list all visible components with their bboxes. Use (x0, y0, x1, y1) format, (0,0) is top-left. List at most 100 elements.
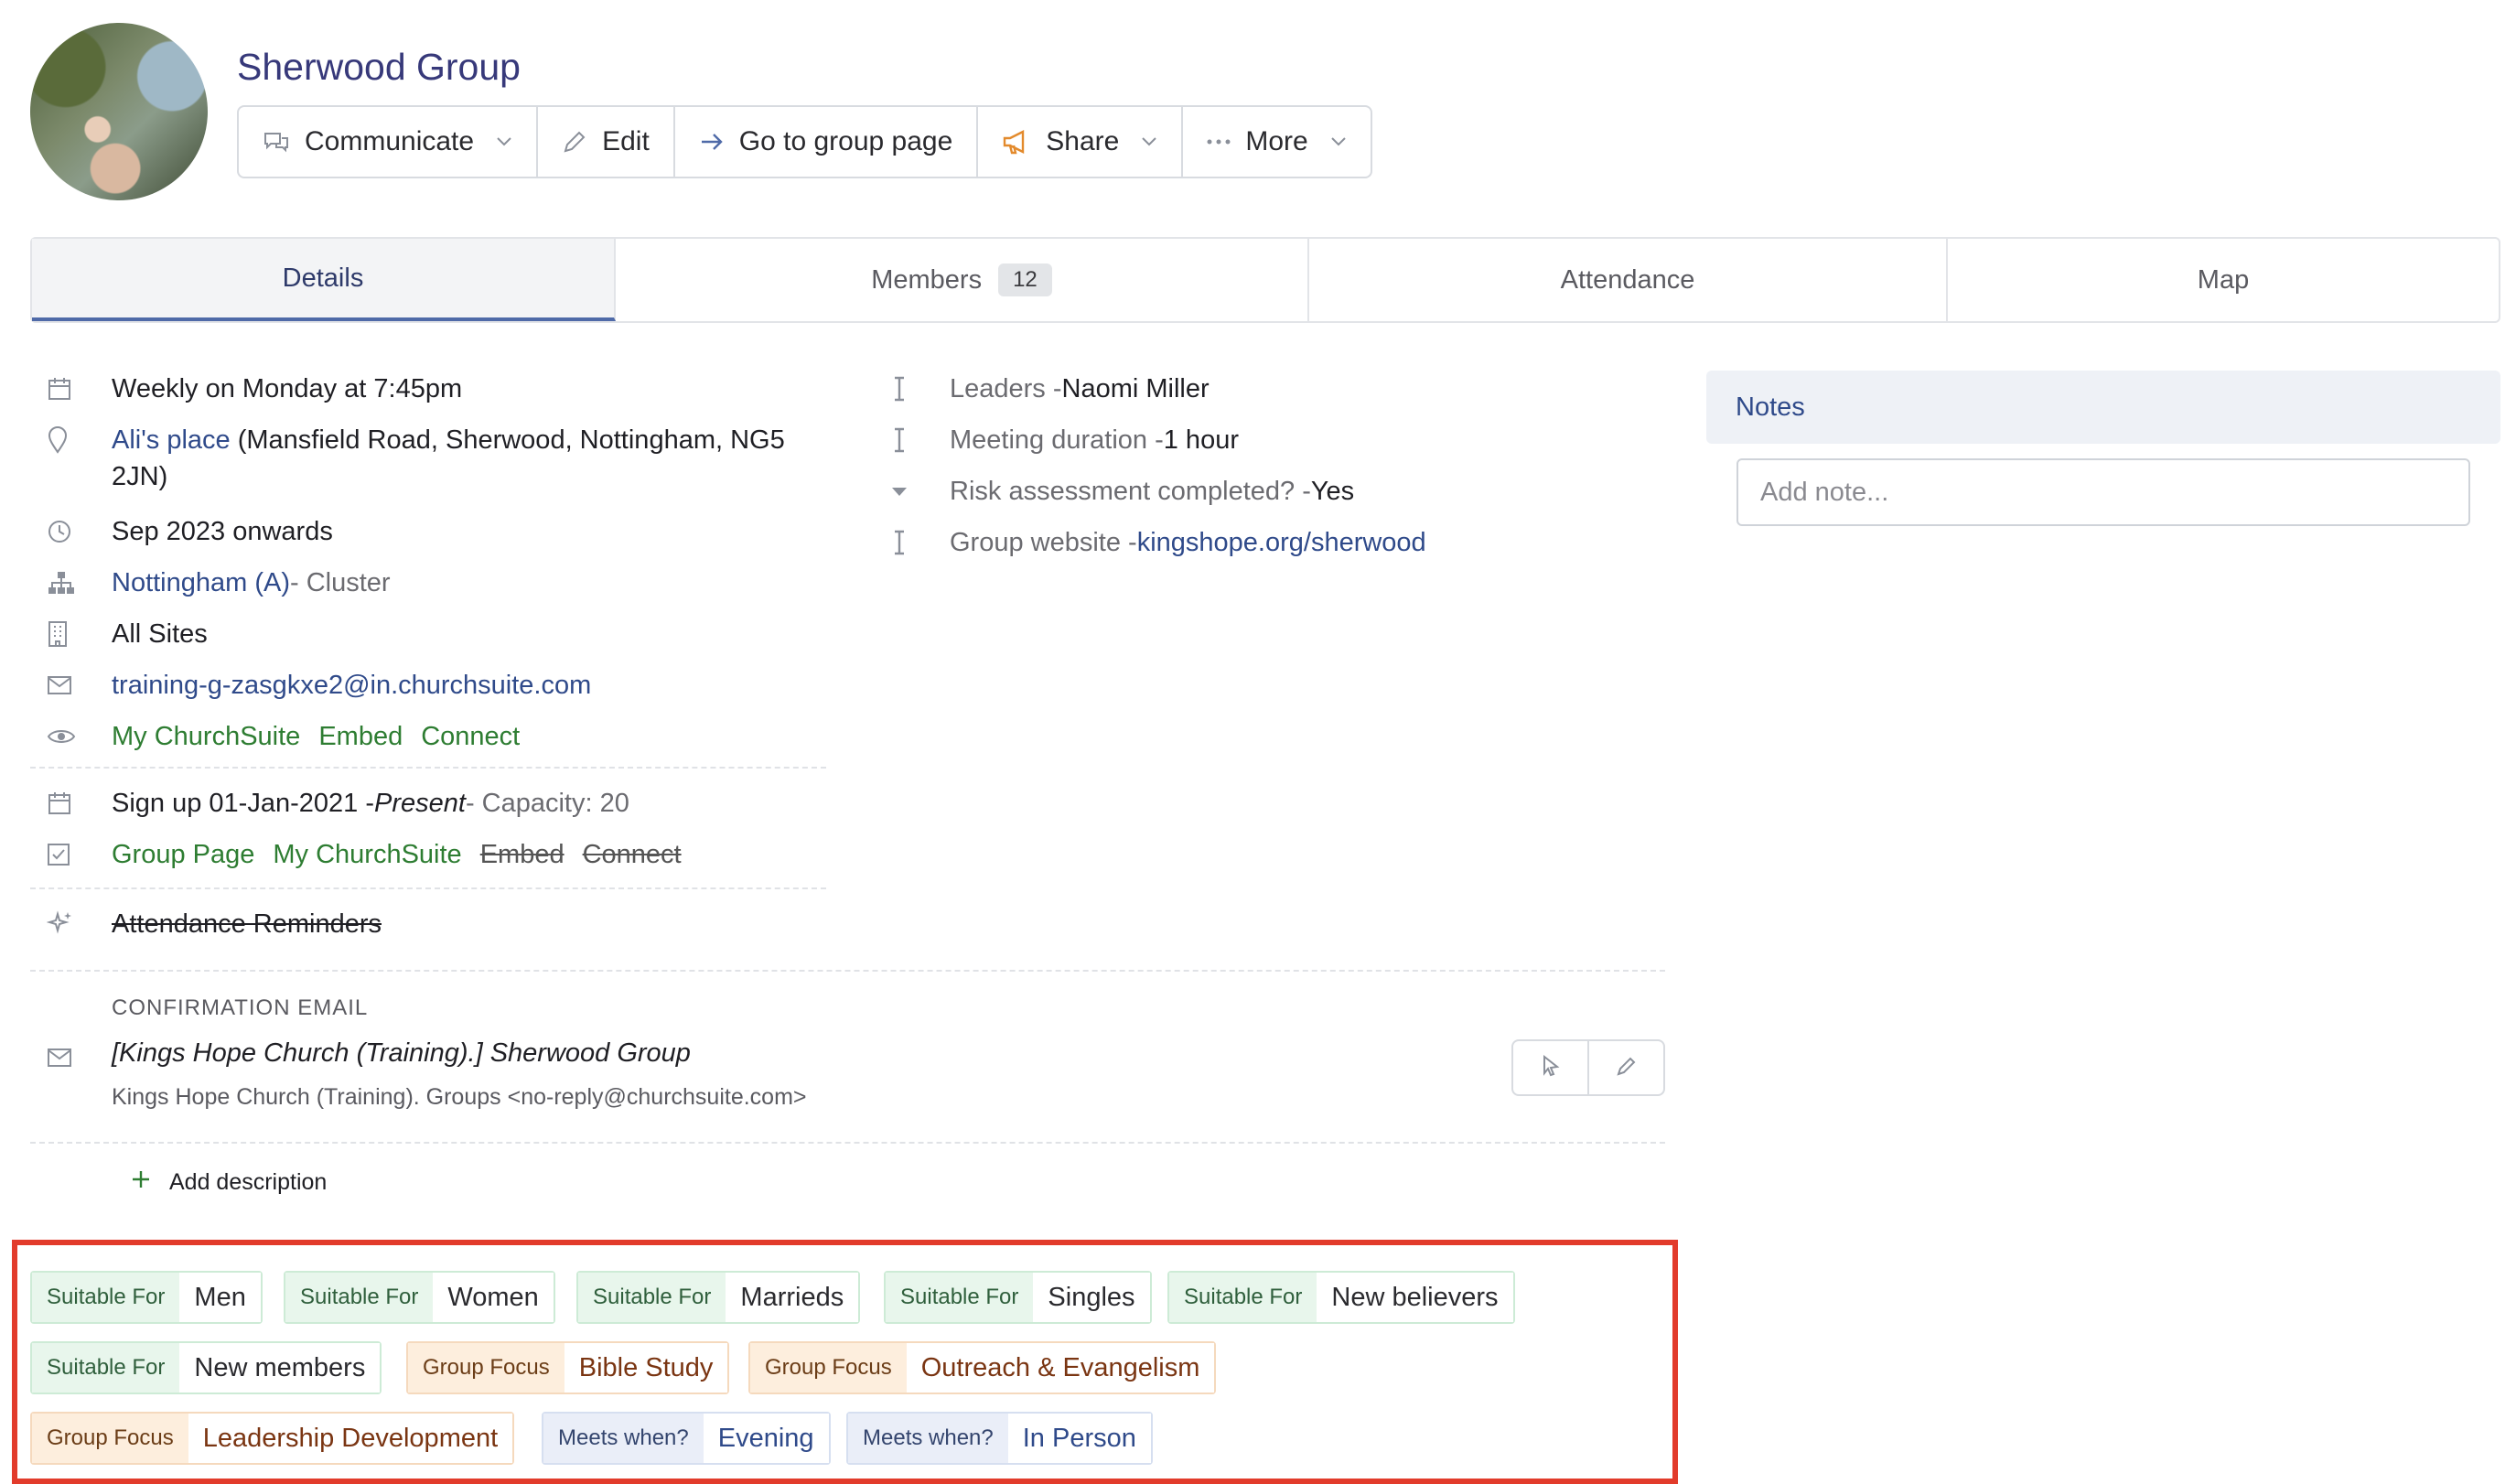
arrow-right-icon (699, 131, 725, 153)
tag-meets-evening: Meets when? Evening (542, 1412, 831, 1465)
visibility-row: My ChurchSuite Embed Connect (30, 718, 520, 755)
reminders-row: Attendance Reminders (30, 906, 382, 942)
notes-header: Notes (1706, 371, 2500, 444)
cluster-link[interactable]: Nottingham (A) (112, 565, 290, 601)
edit-email-button[interactable] (1589, 1041, 1663, 1094)
tab-attendance[interactable]: Attendance (1309, 239, 1948, 321)
preview-email-button[interactable] (1513, 1041, 1589, 1094)
group-website-link[interactable]: kingshope.org/sherwood (1137, 524, 1426, 561)
pencil-icon (562, 129, 587, 155)
chevron-down-icon (496, 136, 512, 147)
signup-connect-disabled: Connect (582, 840, 682, 869)
eye-icon (30, 718, 81, 755)
tab-label: Members (871, 264, 983, 295)
location-address-line2: 2JN) (112, 462, 168, 491)
tag-key: Suitable For (1169, 1273, 1317, 1322)
tag-value: Women (433, 1273, 554, 1322)
tag-suitable-new-members: Suitable For New members (30, 1341, 382, 1394)
field-group-website: Group website - kingshope.org/sherwood (886, 524, 1426, 561)
field-label: Meeting duration - (950, 425, 1164, 455)
tag-key: Suitable For (32, 1343, 180, 1393)
start-text: Sep 2023 onwards (112, 517, 333, 546)
chevron-down-icon (1330, 136, 1347, 147)
tag-key: Group Focus (750, 1343, 907, 1393)
divider (30, 1142, 1665, 1144)
tag-key: Group Focus (408, 1343, 564, 1393)
email-row: training-g-zasgkxe2@in.churchsuite.com (30, 667, 591, 704)
visibility-connect: Connect (421, 722, 521, 751)
field-value: Naomi Miller (1061, 374, 1210, 403)
calendar-icon (30, 371, 81, 407)
more-button[interactable]: More (1183, 107, 1370, 177)
tag-suitable-singles: Suitable For Singles (884, 1271, 1152, 1324)
signup-embed-disabled: Embed (479, 840, 564, 869)
signup-group-page: Group Page (112, 840, 255, 869)
field-value: 1 hour (1163, 425, 1239, 455)
pencil-icon (1616, 1055, 1638, 1081)
confirmation-email-label: CONFIRMATION EMAIL (112, 995, 369, 1020)
sites-text: All Sites (112, 619, 208, 649)
tab-label: Map (2197, 264, 2250, 295)
edit-button[interactable]: Edit (538, 107, 675, 177)
cluster-row: Nottingham (A) - Cluster (30, 565, 391, 601)
signup-visibility-row: Group Page My ChurchSuite Embed Connect (30, 836, 682, 873)
add-note-input[interactable] (1736, 458, 2470, 526)
clock-icon (30, 513, 81, 550)
tab-label: Attendance (1560, 264, 1695, 295)
tag-suitable-marrieds: Suitable For Marrieds (576, 1271, 861, 1324)
tag-focus-outreach: Group Focus Outreach & Evangelism (748, 1341, 1217, 1394)
tag-meets-in-person: Meets when? In Person (846, 1412, 1153, 1465)
plus-icon (131, 1169, 151, 1196)
schedule-row: Weekly on Monday at 7:45pm (30, 371, 462, 407)
tag-key: Suitable For (32, 1273, 180, 1322)
megaphone-icon (1002, 129, 1031, 155)
tag-key: Group Focus (32, 1414, 188, 1463)
chevron-down-icon (1141, 136, 1157, 147)
group-email-link[interactable]: training-g-zasgkxe2@in.churchsuite.com (112, 667, 591, 704)
tag-value: Evening (703, 1414, 829, 1463)
field-label: Leaders - (950, 374, 1062, 403)
start-row: Sep 2023 onwards (30, 513, 333, 550)
divider (30, 887, 826, 889)
visibility-embed: Embed (318, 722, 403, 751)
communicate-button[interactable]: Communicate (239, 107, 539, 177)
go-to-group-page-button[interactable]: Go to group page (675, 107, 979, 177)
signup-prefix: Sign up 01-Jan-2021 - (112, 789, 374, 818)
building-icon (30, 616, 81, 652)
tag-key: Suitable For (285, 1273, 434, 1322)
location-row: Ali's place (Mansfield Road, Sherwood, N… (30, 422, 817, 495)
text-cursor-icon (886, 422, 913, 458)
group-avatar (30, 23, 208, 200)
tag-value: Bible Study (564, 1343, 728, 1393)
map-pin-icon (30, 422, 81, 458)
confirmation-subject: [Kings Hope Church (Training).] Sherwood… (112, 1038, 691, 1068)
field-label: Group website - (950, 528, 1137, 557)
group-tabs: Details Members 12 Attendance Map (30, 237, 2500, 323)
field-leaders: Leaders - Naomi Miller (886, 371, 1210, 407)
schedule-text: Weekly on Monday at 7:45pm (112, 374, 463, 403)
tab-members[interactable]: Members 12 (616, 239, 1309, 321)
tag-focus-bible-study: Group Focus Bible Study (406, 1341, 730, 1394)
tag-suitable-men: Suitable For Men (30, 1271, 263, 1324)
tab-map[interactable]: Map (1948, 239, 2499, 321)
field-risk-assessment: Risk assessment completed? - Yes (886, 473, 1354, 510)
share-button[interactable]: Share (978, 107, 1184, 177)
tag-value: New believers (1317, 1273, 1513, 1322)
location-address: (Mansfield Road, Sherwood, Nottingham, N… (230, 425, 785, 455)
text-cursor-icon (886, 371, 913, 407)
tag-value: Outreach & Evangelism (906, 1343, 1215, 1393)
envelope-icon (30, 1039, 81, 1076)
members-count-badge: 12 (998, 263, 1052, 296)
attendance-reminders-disabled: Attendance Reminders (112, 909, 382, 939)
tab-details[interactable]: Details (32, 239, 616, 321)
cluster-suffix: - Cluster (290, 568, 391, 597)
confirmation-actions (1511, 1039, 1665, 1096)
add-description-button[interactable]: Add description (131, 1169, 327, 1196)
hierarchy-icon (30, 565, 81, 601)
signup-my-churchsuite: My ChurchSuite (273, 840, 462, 869)
divider (30, 970, 1665, 972)
location-link[interactable]: Ali's place (112, 425, 231, 455)
group-title: Sherwood Group (237, 46, 521, 88)
confirmation-from: Kings Hope Church (Training). Groups <no… (112, 1084, 807, 1110)
edit-label: Edit (602, 126, 650, 156)
